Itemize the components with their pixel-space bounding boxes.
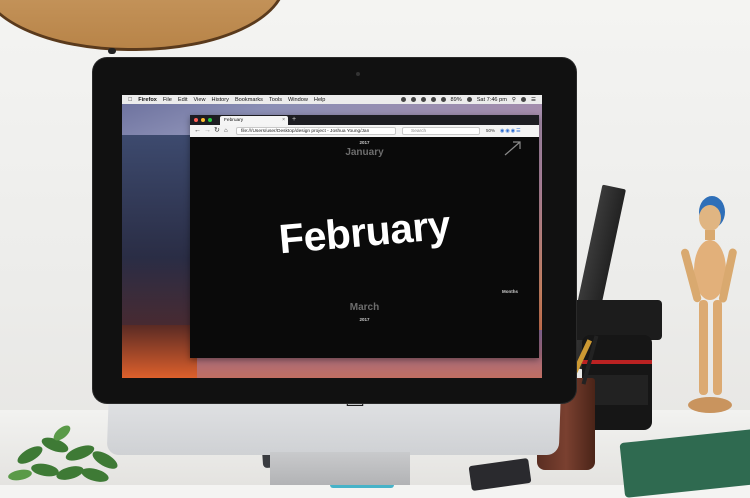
- spotlight-icon[interactable]: ⚲: [512, 97, 516, 103]
- back-icon[interactable]: ←: [194, 126, 201, 136]
- wooden-mannequin: [681, 196, 737, 413]
- page-content: 2017 January February March 2017 Months: [190, 137, 539, 358]
- toolbar-icons[interactable]: ◉◉◉☰: [500, 127, 522, 135]
- menu-history[interactable]: History: [212, 97, 229, 103]
- mac-menu-bar:  Firefox File Edit View History Bookmar…: [122, 95, 542, 104]
- url-bar[interactable]: file:///Users/user/Desktop/design projec…: [236, 126, 396, 135]
- battery-icon[interactable]: [466, 97, 472, 102]
- menu-app-name[interactable]: Firefox: [138, 97, 157, 103]
- tab-february[interactable]: February ×: [220, 116, 288, 125]
- forward-icon[interactable]: →: [204, 126, 211, 136]
- minimize-window-button[interactable]: [201, 118, 205, 122]
- diagonal-arrow-icon[interactable]: [502, 139, 524, 157]
- screen:  Firefox File Edit View History Bookmar…: [122, 95, 542, 378]
- new-tab-icon[interactable]: +: [292, 115, 296, 125]
- guitar-strap-button: [108, 48, 116, 54]
- menu-file[interactable]: File: [163, 97, 172, 103]
- previous-month-link[interactable]: January: [190, 147, 539, 158]
- apple-menu-icon[interactable]: : [128, 97, 132, 103]
- guitar-body: [0, 0, 286, 51]
- current-month-title: February: [277, 201, 452, 263]
- year-label-bottom: 2017: [359, 317, 370, 322]
- search-placeholder: Search: [411, 128, 427, 134]
- next-month-link[interactable]: March: [190, 302, 539, 313]
- menu-edit[interactable]: Edit: [178, 97, 188, 103]
- wifi-icon[interactable]: [430, 97, 436, 102]
- menu-tools[interactable]: Tools: [269, 97, 282, 103]
- battery-percent[interactable]: 89%: [451, 97, 462, 103]
- close-window-button[interactable]: [194, 118, 198, 122]
- user-avatar-icon[interactable]: [520, 97, 526, 102]
- zoom-window-button[interactable]: [208, 118, 212, 122]
- menu-clock[interactable]: Sat 7:46 pm: [477, 97, 507, 103]
- year-label-top: 2017: [359, 140, 370, 145]
- months-nav-link[interactable]: Months: [502, 289, 518, 294]
- tab-bar: February × +: [190, 115, 539, 125]
- time-machine-icon[interactable]: [410, 97, 416, 102]
- webcam-icon: [356, 72, 360, 76]
- zoom-level[interactable]: 50%: [486, 127, 495, 135]
- menu-window[interactable]: Window: [288, 97, 308, 103]
- notification-center-icon[interactable]: ☰: [531, 97, 536, 103]
- home-icon[interactable]: ⌂: [224, 126, 228, 136]
- close-tab-icon[interactable]: ×: [282, 116, 285, 125]
- volume-icon[interactable]: [440, 97, 446, 102]
- desktop-wallpaper-lava: [122, 325, 197, 378]
- menu-bookmarks[interactable]: Bookmarks: [235, 97, 263, 103]
- imac-stand: [270, 452, 410, 485]
- menu-view[interactable]: View: [194, 97, 206, 103]
- menu-help[interactable]: Help: [314, 97, 326, 103]
- reload-icon[interactable]: ↻: [214, 126, 220, 136]
- tab-title: February: [224, 118, 244, 123]
- search-input[interactable]: Search: [402, 126, 480, 135]
- dropbox-icon[interactable]: [400, 97, 406, 102]
- firefox-window: February × + ← → ↻ ⌂ file:///Users/user/…: [190, 115, 539, 358]
- bluetooth-icon[interactable]: [420, 97, 426, 102]
